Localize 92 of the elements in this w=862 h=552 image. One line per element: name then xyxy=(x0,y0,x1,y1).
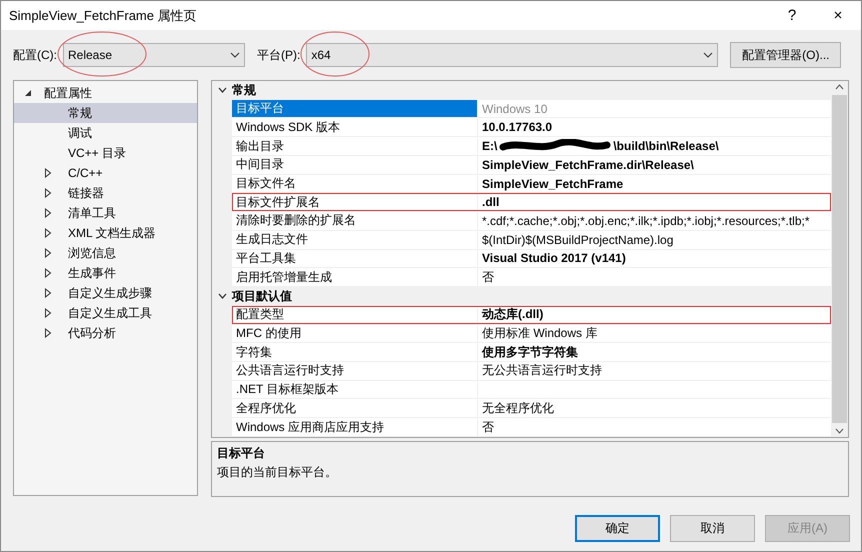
property-row[interactable]: Windows SDK 版本 10.0.17763.0 xyxy=(232,118,831,138)
tree-item[interactable]: 自定义生成步骤 xyxy=(14,283,197,303)
collapsed-arrow-icon[interactable] xyxy=(44,208,52,218)
property-row[interactable]: 配置类型 动态库(.dll) xyxy=(232,306,831,325)
property-name: 目标文件名 xyxy=(232,174,478,192)
collapsed-arrow-icon[interactable] xyxy=(44,268,52,278)
tree-item[interactable]: 常规 xyxy=(14,103,197,123)
property-value: 无全程序优化 xyxy=(482,400,554,417)
property-name: Windows SDK 版本 xyxy=(232,118,478,136)
property-name: MFC 的使用 xyxy=(232,324,478,342)
property-name: 输出目录 xyxy=(232,137,478,155)
property-row[interactable]: .NET 目标框架版本 xyxy=(232,380,831,400)
collapsed-arrow-icon[interactable] xyxy=(44,228,52,238)
property-name: 生成日志文件 xyxy=(232,230,478,249)
dropdown-caret-icon xyxy=(230,52,240,58)
dialog-button[interactable]: 确定 xyxy=(575,515,660,542)
dropdown[interactable]: x64 xyxy=(306,43,718,67)
chevron-icon[interactable] xyxy=(218,293,226,300)
property-name: 目标平台 xyxy=(232,100,478,118)
property-value: 使用标准 Windows 库 xyxy=(482,324,598,342)
tree-item[interactable]: 配置属性 xyxy=(14,83,197,103)
property-name: 启用托管增量生成 xyxy=(232,268,478,286)
tree-item[interactable]: 自定义生成工具 xyxy=(14,303,197,323)
tree-item[interactable]: 代码分析 xyxy=(14,323,197,343)
property-name: 中间目录 xyxy=(232,156,478,174)
dropdown-caret-icon xyxy=(703,52,714,58)
property-name: 平台工具集 xyxy=(232,250,478,268)
property-value: SimpleView_FetchFrame.dir\Release\ xyxy=(482,158,694,172)
property-row[interactable]: 清除时要删除的扩展名 *.cdf;*.cache;*.obj;*.obj.enc;*.ilk;*.ipdb;*.iobj;*.resources;*.tlb;* xyxy=(232,212,831,231)
tree-item[interactable]: C/C++ xyxy=(14,163,197,183)
property-value: Visual Studio 2017 (v141) xyxy=(482,251,626,266)
property-row[interactable]: 目标平台 Windows 10 xyxy=(232,100,831,118)
description-title: 目标平台 xyxy=(217,445,266,462)
property-row[interactable]: 启用托管增量生成 否 xyxy=(232,268,831,288)
property-value: 无公共语言运行时支持 xyxy=(482,362,602,380)
property-name: 全程序优化 xyxy=(232,399,478,418)
collapsed-arrow-icon[interactable] xyxy=(44,328,52,338)
property-row[interactable]: 目标文件扩展名 .dll xyxy=(232,193,831,212)
tree-item[interactable]: 调试 xyxy=(14,123,197,143)
property-name: .NET 目标框架版本 xyxy=(232,380,478,398)
tree-item[interactable]: 浏览信息 xyxy=(14,243,197,263)
property-value: E:\ xyxy=(482,139,498,154)
property-row[interactable]: 输出目录 E:\ \build\bin\Release\ xyxy=(232,137,831,156)
property-value: 使用多字节字符集 xyxy=(482,344,578,361)
property-row[interactable]: 字符集 使用多字节字符集 xyxy=(232,343,831,362)
property-row[interactable]: 中间目录 SimpleView_FetchFrame.dir\Release\ xyxy=(232,156,831,175)
property-value: *.cdf;*.cache;*.obj;*.obj.enc;*.ilk;*.ipdb;*.iobj;*.resources;*.tlb;* xyxy=(482,214,810,228)
tree-item[interactable]: 链接器 xyxy=(14,183,197,203)
dialog-button[interactable]: 取消 xyxy=(670,515,755,542)
property-row[interactable]: 生成日志文件 $(IntDir)$(MSBuildProjectName).log xyxy=(232,230,831,250)
collapsed-arrow-icon[interactable] xyxy=(44,248,52,258)
chevron-icon[interactable] xyxy=(218,87,226,94)
property-value: 动态库(.dll) xyxy=(482,306,544,324)
property-name: 清除时要删除的扩展名 xyxy=(232,212,478,230)
category-header: 项目默认值 xyxy=(232,288,292,305)
tree-item[interactable]: 生成事件 xyxy=(14,263,197,283)
property-row[interactable]: 全程序优化 无全程序优化 xyxy=(232,399,831,418)
property-value: .dll xyxy=(482,195,500,210)
property-value: \build\bin\Release\ xyxy=(613,139,719,154)
collapsed-arrow-icon[interactable] xyxy=(44,308,52,318)
property-value: $(IntDir)$(MSBuildProjectName).log xyxy=(482,232,674,247)
close-button[interactable]: × xyxy=(815,1,861,30)
property-value: 否 xyxy=(482,268,494,286)
property-name: 字符集 xyxy=(232,343,478,361)
category-header: 常规 xyxy=(232,82,256,99)
tree-item[interactable]: VC++ 目录 xyxy=(14,143,197,163)
property-value: Windows 10 xyxy=(482,102,548,116)
collapsed-arrow-icon[interactable] xyxy=(44,168,52,178)
platform-label: 平台(P): xyxy=(257,46,300,64)
collapsed-arrow-icon[interactable] xyxy=(44,288,52,298)
property-name: Windows 应用商店应用支持 xyxy=(232,418,478,436)
property-name: 配置类型 xyxy=(232,306,478,324)
property-row[interactable]: MFC 的使用 使用标准 Windows 库 xyxy=(232,324,831,344)
window-title: SimpleView_FetchFrame 属性页 xyxy=(9,6,198,24)
property-value: 否 xyxy=(482,418,494,436)
help-button[interactable]: ? xyxy=(769,1,815,30)
property-value: SimpleView_FetchFrame xyxy=(482,176,624,191)
tree-item[interactable]: XML 文档生成器 xyxy=(14,223,197,243)
tree-item[interactable]: 清单工具 xyxy=(14,203,197,223)
property-row[interactable]: 目标文件名 SimpleView_FetchFrame xyxy=(232,174,831,194)
property-row[interactable]: 平台工具集 Visual Studio 2017 (v141) xyxy=(232,250,831,268)
scrollbar[interactable] xyxy=(831,81,848,437)
configuration-manager-button[interactable]: 配置管理器(O)... xyxy=(730,42,842,68)
collapsed-arrow-icon[interactable] xyxy=(44,188,52,198)
property-row[interactable]: 公共语言运行时支持 无公共语言运行时支持 xyxy=(232,362,831,381)
expanded-arrow-icon[interactable] xyxy=(24,89,32,97)
property-name: 公共语言运行时支持 xyxy=(232,362,478,380)
property-value: 10.0.17763.0 xyxy=(482,120,552,134)
description-text: 项目的当前目标平台。 xyxy=(217,464,338,481)
dropdown[interactable]: Release xyxy=(63,43,245,67)
property-row[interactable]: Windows 应用商店应用支持 否 xyxy=(232,418,831,437)
configuration-label: 配置(C): xyxy=(13,46,57,64)
